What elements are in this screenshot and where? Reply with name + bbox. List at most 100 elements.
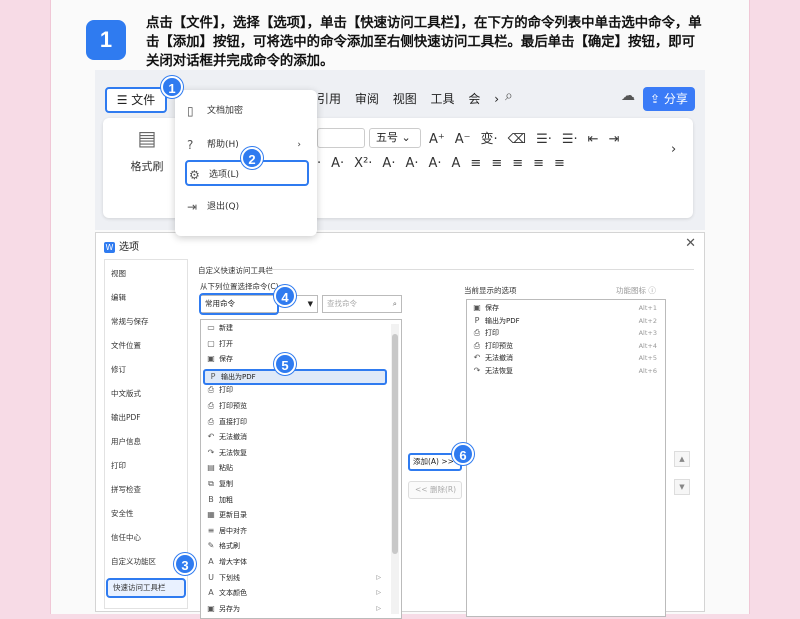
tab-tools[interactable]: 工具: [431, 92, 455, 106]
superscript-icon[interactable]: X²·: [354, 156, 372, 171]
command-item[interactable]: ≡ 居中对齐: [203, 525, 387, 537]
nav-item-revision[interactable]: 修订: [111, 364, 126, 375]
close-icon[interactable]: ✕: [685, 236, 696, 251]
command-item[interactable]: ⎙ 打印: [203, 384, 387, 396]
nav-item-view[interactable]: 视图: [111, 268, 126, 279]
indent-icon[interactable]: ⇥: [609, 132, 620, 147]
command-search-input[interactable]: 查找命令 ⌕: [322, 295, 402, 313]
nav-item-user-info[interactable]: 用户信息: [111, 436, 141, 447]
grow-font-icon[interactable]: A⁺: [429, 132, 445, 147]
callout-badge-1: 1: [161, 76, 183, 98]
file-menu-button[interactable]: ☰ 文件: [105, 87, 167, 113]
command-item[interactable]: A 文本颜色 ▷: [203, 587, 387, 599]
command-item[interactable]: ⎙ 打印预览: [203, 400, 387, 412]
current-option-item[interactable]: ↷ 无法恢复 Alt+6: [469, 365, 663, 377]
remove-button[interactable]: << 删除(R): [408, 481, 462, 499]
menu-item-label: 退出(Q): [207, 202, 240, 212]
nav-item-security[interactable]: 安全性: [111, 508, 134, 519]
nav-item-file-location[interactable]: 文件位置: [111, 340, 141, 351]
move-down-button[interactable]: ▼: [674, 479, 690, 495]
outdent-icon[interactable]: ⇤: [588, 132, 599, 147]
current-option-item[interactable]: ⎙ 打印预览 Alt+4: [469, 340, 663, 352]
command-item[interactable]: ⧉ 复制: [203, 478, 387, 490]
ribbon-row-2: · A· X²· A· A· A· A ≡ ≡ ≡ ≡ ≡: [317, 156, 575, 171]
current-option-item[interactable]: ↶ 无法撤消 Alt+5: [469, 352, 663, 364]
font-color-icon[interactable]: A·: [428, 156, 441, 171]
nav-item-general-save[interactable]: 常规与保存: [111, 316, 149, 327]
distributed-icon[interactable]: ≡: [554, 156, 565, 171]
search-placeholder: 查找命令: [327, 299, 357, 308]
command-item[interactable]: ▭ 新建: [203, 322, 387, 334]
menu-item-label: 文档加密: [207, 106, 244, 116]
command-item[interactable]: ⎙ 直接打印: [203, 416, 387, 428]
search-icon[interactable]: ⌕: [505, 88, 513, 104]
options-dialog: W 选项 ✕ 视图 编辑 常规与保存 文件位置 修订 中文版式 输出PDF 用户信…: [95, 232, 705, 619]
menu-item-exit[interactable]: ⇥ 退出(Q): [185, 194, 309, 220]
align-right-icon[interactable]: ≡: [512, 156, 523, 171]
command-item[interactable]: ▤ 粘贴: [203, 462, 387, 474]
bullet-list-icon[interactable]: ☰·: [536, 132, 552, 147]
tab-view[interactable]: 视图: [393, 92, 417, 106]
share-button[interactable]: ⇪ 分享: [643, 87, 695, 111]
function-icon-hint[interactable]: 功能图标 ⓘ: [616, 285, 656, 296]
scrollbar-thumb[interactable]: [392, 334, 398, 554]
command-list[interactable]: ▭ 新建 ▢ 打开 ▣ 保存 P 输出为PDF ⎙ 打印 ⎙ 打印预览 ⎙ 直接打印 ↶ 无法撤消 ↷ 无法恢复 ▤…: [200, 319, 402, 619]
format-painter-button[interactable]: ▤ 格式刷: [119, 126, 175, 174]
command-label: 格式刷: [219, 542, 240, 551]
nav-item-export-pdf[interactable]: 输出PDF: [111, 412, 141, 423]
align-left-icon[interactable]: ≡: [470, 156, 481, 171]
char-shading-icon[interactable]: A: [452, 156, 461, 171]
command-item[interactable]: ▢ 打开: [203, 338, 387, 350]
nav-item-print[interactable]: 打印: [111, 460, 126, 471]
command-item[interactable]: ↶ 无法撤消: [203, 431, 387, 443]
nav-item-spell-check[interactable]: 拼写检查: [111, 484, 141, 495]
nav-item-quick-access-toolbar[interactable]: 快速访问工具栏: [106, 578, 186, 598]
align-center-icon[interactable]: ≡: [491, 156, 502, 171]
tab-references[interactable]: 引用: [317, 92, 341, 106]
option-icon: ↶: [473, 353, 481, 362]
search-icon: ⌕: [392, 299, 397, 308]
cloud-icon[interactable]: ☁: [621, 88, 635, 104]
nav-item-edit[interactable]: 编辑: [111, 292, 126, 303]
command-icon: B: [208, 494, 214, 504]
command-list-scrollbar[interactable]: [391, 324, 399, 614]
number-list-icon[interactable]: ☰·: [562, 132, 578, 147]
command-item[interactable]: ↷ 无法恢复: [203, 447, 387, 459]
text-effect-icon[interactable]: A·: [382, 156, 395, 171]
move-up-button[interactable]: ▲: [674, 451, 690, 467]
nav-item-custom-ribbon[interactable]: 自定义功能区: [111, 556, 156, 567]
option-icon: ↷: [473, 365, 481, 375]
ribbon-row-1: A⁺ A⁻ 变· ⌫ ☰· ☰· ⇤ ⇥: [429, 128, 629, 147]
tab-review[interactable]: 审阅: [355, 92, 379, 106]
command-item[interactable]: A 增大字体: [203, 556, 387, 568]
change-case-icon[interactable]: 变·: [481, 132, 498, 147]
command-icon: ↷: [207, 447, 215, 457]
command-item-selected[interactable]: P 输出为PDF: [203, 368, 387, 385]
nav-item-chinese-layout[interactable]: 中文版式: [111, 388, 141, 399]
command-item[interactable]: ▣ 另存为 ▷: [203, 603, 387, 615]
highlight-icon[interactable]: A·: [405, 156, 418, 171]
command-item[interactable]: ▦ 更新目录: [203, 509, 387, 521]
ribbon-scroll-right-icon[interactable]: ›: [671, 142, 676, 157]
shrink-font-icon[interactable]: A⁻: [455, 132, 471, 147]
font-name-select[interactable]: [317, 128, 365, 148]
chevron-right-icon[interactable]: ›: [494, 92, 499, 106]
command-item[interactable]: U 下划线 ▷: [203, 572, 387, 584]
current-option-item[interactable]: ▣ 保存 Alt+1: [469, 302, 663, 314]
current-options-list[interactable]: ▣ 保存 Alt+1 P 输出为PDF Alt+2 ⎙ 打印 Alt+3 ⎙ 打印预览 Alt+4 ↶ 无…: [466, 299, 666, 617]
nav-item-trust-center[interactable]: 信任中心: [111, 532, 141, 543]
font-size-select[interactable]: 五号 ⌄: [369, 128, 421, 148]
option-shortcut: Alt+6: [638, 366, 657, 375]
command-item[interactable]: B 加粗: [203, 494, 387, 506]
command-icon: ⎙: [207, 385, 215, 395]
current-option-item[interactable]: ⎙ 打印 Alt+3: [469, 327, 663, 339]
menu-item-doc-encrypt[interactable]: ▯ 文档加密: [185, 98, 309, 124]
clear-format-icon[interactable]: ⌫: [508, 132, 526, 147]
underline-dropdown-icon[interactable]: ·: [317, 156, 321, 171]
command-source-select[interactable]: 常用命令 ▼: [199, 293, 318, 315]
tab-member[interactable]: 会: [468, 92, 480, 106]
justify-icon[interactable]: ≡: [533, 156, 544, 171]
strikethrough-icon[interactable]: A·: [331, 156, 344, 171]
command-item[interactable]: ✎ 格式刷: [203, 540, 387, 552]
current-option-item[interactable]: P 输出为PDF Alt+2: [469, 315, 663, 327]
